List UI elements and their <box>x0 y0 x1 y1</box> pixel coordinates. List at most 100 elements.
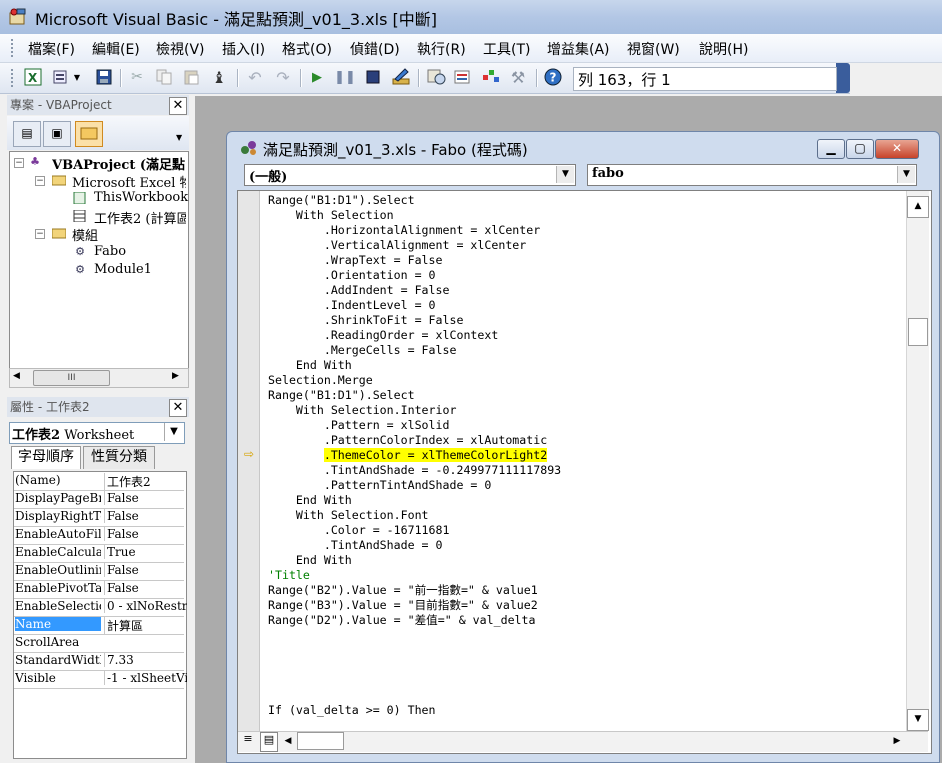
menu-view[interactable]: 檢視(V) <box>156 39 205 59</box>
code-line[interactable]: 'Title <box>268 568 310 583</box>
tree-module-module1[interactable]: Module1 <box>94 262 152 277</box>
procedure-view-icon[interactable]: ≡ <box>240 732 256 750</box>
code-line[interactable]: End With <box>268 493 352 508</box>
code-line[interactable]: With Selection.Interior <box>268 403 457 418</box>
property-value[interactable]: 0 - xlNoRestrictions <box>104 599 187 613</box>
project-pane-close-button[interactable]: ✕ <box>169 97 187 115</box>
code-hscroll-thumb[interactable] <box>297 732 344 750</box>
full-module-view-icon[interactable]: ▤ <box>260 732 278 752</box>
property-value[interactable]: False <box>104 509 187 523</box>
code-line[interactable]: .PatternTintAndShade = 0 <box>268 478 492 493</box>
tab-alphabetic[interactable]: 字母順序 <box>11 446 81 469</box>
property-value[interactable]: False <box>104 527 187 541</box>
find-icon[interactable]: ♝ <box>209 67 229 87</box>
code-line[interactable]: .Pattern = xlSolid <box>268 418 450 433</box>
code-margin[interactable] <box>238 191 260 731</box>
scroll-right-icon[interactable]: ▶ <box>172 371 179 381</box>
tree-sheet2[interactable]: 工作表2 (計算區) <box>94 208 186 227</box>
view-object-button[interactable]: ▣ <box>43 121 71 147</box>
scroll-right-icon[interactable]: ▶ <box>890 733 904 749</box>
code-line[interactable]: .AddIndent = False <box>268 283 450 298</box>
property-value[interactable]: -1 - xlSheetVisible <box>104 671 187 685</box>
code-line[interactable]: .ReadingOrder = xlContext <box>268 328 499 343</box>
code-line-current[interactable]: .ThemeColor = xlThemeColorLight2 <box>268 448 548 463</box>
design-mode-icon[interactable] <box>391 67 411 87</box>
code-line[interactable]: With Selection <box>268 208 394 223</box>
project-hscroll-thumb[interactable]: III <box>33 370 110 386</box>
properties-pane-close-button[interactable]: ✕ <box>169 399 187 417</box>
tree-excel-objects[interactable]: Microsoft Excel 物件 <box>72 172 186 191</box>
menu-help[interactable]: 說明(H) <box>699 39 748 59</box>
property-value[interactable]: 計算區 <box>104 617 187 634</box>
property-row[interactable]: EnablePivotTableFalse <box>14 580 184 599</box>
menu-tools[interactable]: 工具(T) <box>483 39 530 59</box>
property-row[interactable]: StandardWidth 7.33 <box>14 652 184 671</box>
menu-run[interactable]: 執行(R) <box>417 39 466 59</box>
project-explorer-icon[interactable] <box>426 67 446 87</box>
collapse-icon[interactable]: − <box>35 176 45 186</box>
code-line[interactable]: .PatternColorIndex = xlAutomatic <box>268 433 547 448</box>
object-combo[interactable]: (一般) ▼ <box>244 164 576 186</box>
save-icon[interactable] <box>94 67 114 87</box>
property-row[interactable]: DisplayRightToLeftFalse <box>14 508 184 527</box>
property-row[interactable]: Visible -1 - xlSheetVisible <box>14 670 187 689</box>
tree-modules[interactable]: 模組 <box>72 225 98 244</box>
properties-icon[interactable] <box>453 67 473 87</box>
chevron-down-icon[interactable]: ▼ <box>556 166 574 183</box>
toggle-folders-button[interactable] <box>75 121 103 147</box>
chevron-down-icon[interactable]: ▼ <box>67 67 87 87</box>
menu-insert[interactable]: 插入(I) <box>222 39 265 59</box>
property-value[interactable]: False <box>104 563 187 577</box>
code-line[interactable]: .ShrinkToFit = False <box>268 313 464 328</box>
cut-icon[interactable]: ✂ <box>127 67 147 87</box>
help-icon[interactable]: ? <box>543 67 563 87</box>
code-line[interactable]: If (val_delta >= 0) Then <box>268 703 436 718</box>
code-vscrollbar[interactable] <box>906 191 929 731</box>
chevron-down-icon[interactable]: ▼ <box>897 166 915 183</box>
property-value[interactable]: False <box>104 491 187 505</box>
code-line[interactable]: .WrapText = False <box>268 253 443 268</box>
menu-window[interactable]: 視窗(W) <box>627 39 680 59</box>
menu-edit[interactable]: 編輯(E) <box>92 39 140 59</box>
scroll-up-icon[interactable]: ▲ <box>907 196 929 218</box>
collapse-icon[interactable]: − <box>14 158 24 168</box>
close-button[interactable]: ✕ <box>875 139 919 159</box>
code-line[interactable]: Selection.Merge <box>268 373 373 388</box>
menu-format[interactable]: 格式(O) <box>282 39 332 59</box>
break-icon[interactable]: ❚❚ <box>334 67 356 87</box>
code-line[interactable]: .MergeCells = False <box>268 343 457 358</box>
reset-icon[interactable] <box>363 67 383 87</box>
menubar-grip[interactable] <box>11 39 16 57</box>
property-row[interactable]: ScrollArea <box>14 634 184 653</box>
property-row[interactable]: EnableOutliningFalse <box>14 562 184 581</box>
excel-view-icon[interactable]: X <box>23 67 43 87</box>
chevron-down-icon[interactable]: ▼ <box>176 133 182 142</box>
scroll-left-icon[interactable]: ◀ <box>13 371 20 381</box>
tree-thisworkbook[interactable]: ThisWorkbook <box>94 190 188 205</box>
code-line[interactable]: .IndentLevel = 0 <box>268 298 436 313</box>
property-row[interactable]: DisplayPageBreaksFalse <box>14 490 184 509</box>
property-row[interactable]: EnableSelection0 - xlNoRestrictions <box>14 598 187 617</box>
toolbar-grip[interactable] <box>11 69 16 87</box>
property-row[interactable]: Name 計算區 <box>14 616 184 635</box>
collapse-icon[interactable]: − <box>35 229 45 239</box>
code-line[interactable]: .Color = -16711681 <box>268 523 450 538</box>
scroll-down-icon[interactable]: ▼ <box>907 709 929 731</box>
code-line[interactable]: .TintAndShade = 0 <box>268 538 443 553</box>
code-line[interactable]: Range("D2").Value = "差值=" & val_delta <box>268 613 536 628</box>
property-value[interactable]: 工作表2 <box>104 473 187 490</box>
code-line[interactable]: Range("B3").Value = "目前指數=" & value2 <box>268 598 538 613</box>
property-value[interactable]: False <box>104 581 187 595</box>
property-value[interactable]: 7.33 <box>104 653 187 667</box>
run-icon[interactable]: ▶ <box>307 67 327 87</box>
procedure-combo[interactable]: fabo ▼ <box>587 164 917 186</box>
menu-addins[interactable]: 增益集(A) <box>547 39 610 59</box>
paste-icon[interactable] <box>181 67 201 87</box>
redo-icon[interactable]: ↷ <box>273 67 293 87</box>
toolbar-options-button[interactable] <box>836 63 850 93</box>
scroll-left-icon[interactable]: ◀ <box>281 733 295 749</box>
chevron-down-icon[interactable]: ▼ <box>164 423 183 441</box>
code-line[interactable]: .TintAndShade = -0.249977111117893 <box>268 463 561 478</box>
code-line[interactable]: Range("B1:D1").Select <box>268 388 415 403</box>
tree-module-fabo[interactable]: Fabo <box>94 244 126 259</box>
